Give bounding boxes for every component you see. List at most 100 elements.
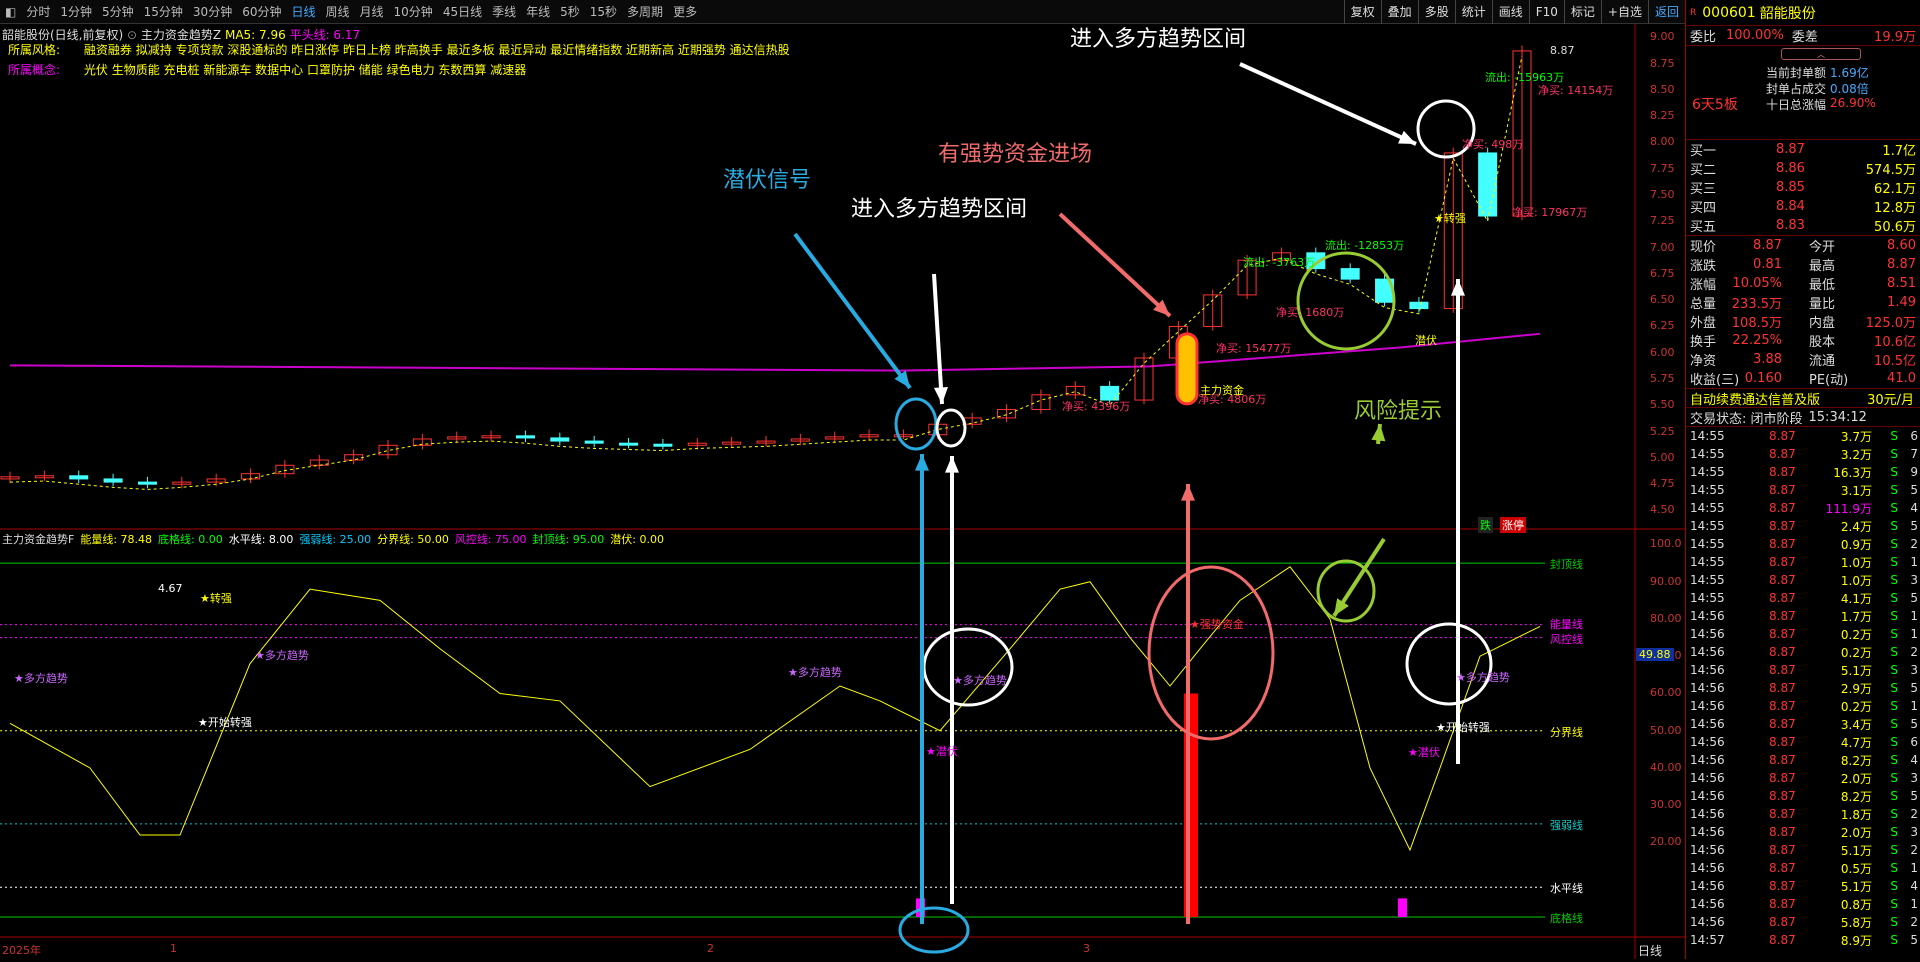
concept-label: 所属概念: [8, 63, 61, 77]
bid-row-4[interactable]: 买五 8.83 50.6万 [1686, 216, 1920, 235]
bid-row-3[interactable]: 买四 8.84 12.8万 [1686, 197, 1920, 216]
period-16[interactable]: 更多 [668, 3, 702, 20]
sub-label-kaishi-2: ★开始转强 [1436, 721, 1490, 734]
period-12[interactable]: 年线 [521, 3, 555, 20]
net-buy-7: 净买: 498万 [1462, 138, 1524, 151]
main-indicator-name[interactable]: 主力资金趋势Z [141, 28, 221, 42]
stock-name[interactable]: 韶能股份 [1760, 3, 1816, 23]
feng-label-1: 封单占成交 [1766, 82, 1827, 96]
tick-cell: S [1890, 447, 1898, 461]
quote-cell: 10.05% [1732, 276, 1782, 291]
tool-8[interactable]: 返回 [1647, 0, 1685, 24]
x-axis-period[interactable]: 日线 [1638, 942, 1662, 959]
period-15[interactable]: 多周期 [622, 3, 668, 20]
tick-cell: 3.4万 [1840, 717, 1872, 732]
chart-area[interactable]: 韶能股份(日线,前复权) ⊙ 主力资金趋势Z MA5: 7.96 平头线: 6.… [0, 24, 1685, 959]
period-8[interactable]: 月线 [355, 3, 389, 20]
period-0[interactable]: 分时 [21, 3, 55, 20]
period-14[interactable]: 15秒 [585, 3, 622, 20]
quote-row-6: 净资 3.88 流通 10.5亿 [1686, 350, 1920, 369]
quote-cell: 8.87 [1887, 257, 1916, 272]
ma-purple-line [9, 332, 1541, 372]
low-price-label: 4.67 [158, 582, 183, 595]
tick-cell: 8.87 [1769, 879, 1796, 893]
right-panel: R 000601 韶能股份 委比 100.00% 委差 19.9万 ︿ 6天5板… [1685, 0, 1920, 959]
promo-row[interactable]: 自动续费通达信普及版 30元/月 [1686, 389, 1920, 408]
tick-cell: 3.7万 [1840, 429, 1872, 444]
quote-cell: 8.87 [1753, 238, 1782, 253]
y-tick-main-3: 8.25 [1650, 109, 1675, 123]
chart-canvas[interactable] [0, 24, 1685, 959]
status-row: 交易状态: 闭市阶段 15:34:12 [1686, 408, 1920, 427]
sub-legend: 主力资金趋势F 能量线: 78.48 底格线: 0.00 水平线: 8.00 强弱线: … [2, 531, 664, 547]
tick-cell: 0.2万 [1840, 627, 1872, 642]
tool-0[interactable]: 复权 [1343, 0, 1381, 24]
indicator-toggle-icon[interactable]: ⊙ [127, 28, 137, 42]
promo-text[interactable]: 自动续费通达信普及版 [1690, 389, 1820, 408]
tick-cell: 6 [1910, 735, 1918, 749]
tick-cell: 14:55 [1690, 537, 1725, 551]
net-buy-3: 净买: 1680万 [1276, 306, 1345, 319]
promo-price[interactable]: 30元/月 [1867, 389, 1914, 408]
collapse-icon[interactable]: ︿ [1781, 48, 1861, 60]
tick-row-18: 14:56 8.87 8.2万 S 4 [1686, 751, 1920, 769]
main-title: 韶能股份(日线,前复权) [2, 28, 124, 42]
tick-cell: 3 [1910, 771, 1918, 785]
period-toolbar: ◧ 分时 1分钟 5分钟 15分钟 30分钟 60分钟 日线 周线 月线 10分钟 45日线 季线 年线… [0, 0, 1685, 24]
feng-line-0: 当前封单额 1.69亿 [1766, 64, 1876, 80]
y-tick-sub-2: 80.00 [1650, 611, 1682, 625]
period-1[interactable]: 1分钟 [55, 3, 97, 20]
bid-cell: 50.6万 [1874, 220, 1916, 235]
period-9[interactable]: 10分钟 [389, 3, 438, 20]
period-4[interactable]: 30分钟 [188, 3, 237, 20]
bid-cell: 1.7亿 [1882, 144, 1916, 159]
menu-toggle-icon[interactable]: ◧ [0, 5, 21, 19]
tick-row-6: 14:55 8.87 0.9万 S 2 [1686, 535, 1920, 553]
bid-row-0[interactable]: 买一 8.87 1.7亿 [1686, 140, 1920, 159]
period-7[interactable]: 周线 [321, 3, 355, 20]
tick-cell: 2 [1910, 645, 1918, 659]
net-buy-4: 净买: 4806万 [1198, 393, 1267, 406]
tick-cell: S [1890, 681, 1898, 695]
stock-code[interactable]: 000601 [1702, 5, 1755, 21]
sub-label-qiangshi: ★强势资金 [1190, 618, 1244, 631]
tick-cell: 5.1万 [1840, 843, 1872, 858]
sub-legend-6: 风控线: 75.00 [454, 533, 527, 546]
y-tick-main-7: 7.25 [1650, 214, 1675, 228]
period-6[interactable]: 日线 [286, 3, 320, 20]
period-11[interactable]: 季线 [487, 3, 521, 20]
tool-1[interactable]: 叠加 [1380, 0, 1418, 24]
y-tick-sub-0: 100.0 [1650, 537, 1682, 551]
bid-cell: 买二 [1690, 163, 1717, 178]
tool-5[interactable]: F10 [1528, 0, 1564, 24]
arrow-strong-fund [1058, 212, 1172, 318]
feng-label-2: 十日总涨幅 [1766, 98, 1827, 112]
tick-cell: 5 [1910, 717, 1918, 731]
tool-6[interactable]: 标记 [1563, 0, 1601, 24]
sub-value-tag: 49.88 [1636, 648, 1674, 661]
period-10[interactable]: 45日线 [438, 3, 487, 20]
candle-body [1409, 301, 1429, 310]
period-13[interactable]: 5秒 [555, 3, 585, 20]
sub-label-duofang-1: ★多方趋势 [14, 672, 68, 685]
tick-cell: 8.87 [1769, 825, 1796, 839]
quote-cell: 3.88 [1753, 352, 1782, 367]
y-tick-main-5: 7.75 [1650, 161, 1675, 175]
bid-row-1[interactable]: 买二 8.86 574.5万 [1686, 159, 1920, 178]
tool-2[interactable]: 多股 [1417, 0, 1455, 24]
tick-cell: 8.87 [1769, 735, 1796, 749]
bid-cell: 买五 [1690, 220, 1717, 235]
tick-cell: S [1890, 915, 1898, 929]
period-3[interactable]: 15分钟 [139, 3, 188, 20]
tick-row-28: 14:57 8.87 8.9万 S 5 [1686, 931, 1920, 949]
quote-cell: 最低 [1809, 278, 1836, 293]
tool-7[interactable]: +自选 [1600, 0, 1648, 24]
period-5[interactable]: 60分钟 [237, 3, 286, 20]
tick-cell: S [1890, 789, 1898, 803]
tool-4[interactable]: 画线 [1491, 0, 1529, 24]
candle-body [103, 478, 123, 483]
period-2[interactable]: 5分钟 [97, 3, 139, 20]
tick-row-14: 14:56 8.87 2.9万 S 5 [1686, 679, 1920, 697]
bid-row-2[interactable]: 买三 8.85 62.1万 [1686, 178, 1920, 197]
tool-3[interactable]: 统计 [1454, 0, 1492, 24]
